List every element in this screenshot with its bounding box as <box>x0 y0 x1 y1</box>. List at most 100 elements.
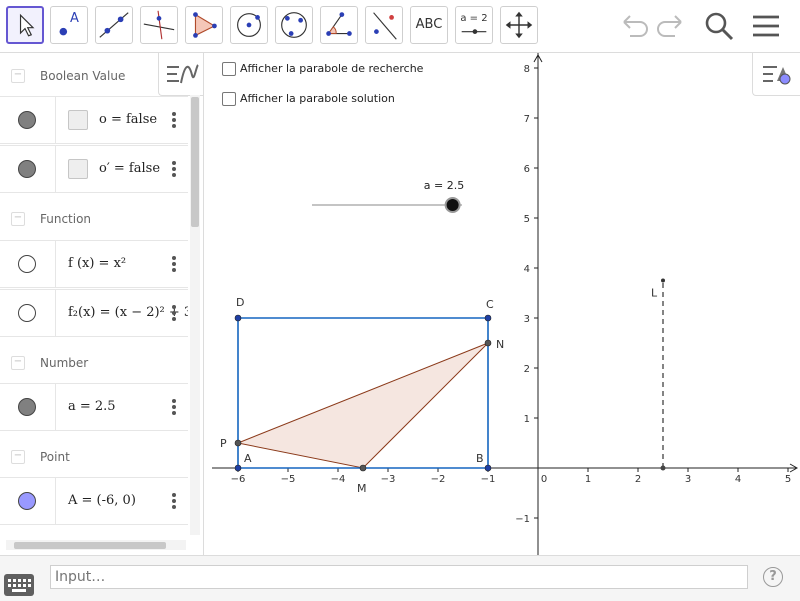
text-icon: ABC <box>415 17 443 32</box>
visibility-marble-icon[interactable] <box>18 160 36 178</box>
polygon-icon <box>193 12 217 38</box>
algebra-row-o[interactable]: o = false <box>0 96 188 144</box>
algebra-expression[interactable]: a = 2.5 <box>68 399 116 414</box>
slider-knob[interactable] <box>444 197 461 213</box>
algebra-row-f[interactable]: f (x) = x² <box>0 240 188 288</box>
point-label-N: N <box>496 338 504 351</box>
x-tick-label: 1 <box>585 474 591 485</box>
y-tick-label: 8 <box>524 64 530 75</box>
checkbox-solution[interactable] <box>222 92 236 106</box>
y-tick-label: 5 <box>524 214 530 225</box>
text-tool[interactable]: ABC <box>410 6 448 44</box>
keyboard-keys-icon <box>8 579 31 592</box>
group-header-point[interactable]: − Point <box>0 434 188 478</box>
algebra-view: − Boolean Value o = false o′ = false − F… <box>0 53 204 555</box>
move-graphics-icon <box>505 11 533 39</box>
circle-center-icon <box>237 13 261 37</box>
group-header-function[interactable]: − Function <box>0 196 188 240</box>
collapse-icon[interactable]: − <box>11 356 25 370</box>
more-options-icon[interactable] <box>171 254 177 274</box>
graphics-style-bar-button[interactable] <box>752 53 800 96</box>
line-tool[interactable] <box>95 6 133 44</box>
arrow-cursor-icon <box>19 13 35 37</box>
algebra-vertical-scrollbar[interactable] <box>190 95 200 535</box>
more-options-icon[interactable] <box>171 397 177 417</box>
visibility-marble-icon[interactable] <box>18 398 36 416</box>
redo-button[interactable] <box>653 8 689 44</box>
visibility-marble-icon[interactable] <box>18 492 36 510</box>
perpendicular-line-icon <box>143 10 175 40</box>
x-tick-label: −2 <box>431 474 446 485</box>
point-P <box>234 439 242 447</box>
row-separator <box>55 478 56 524</box>
more-options-icon[interactable] <box>171 303 177 323</box>
y-tick-label: 6 <box>524 164 530 175</box>
slider-tool[interactable]: a = 2 <box>455 6 493 44</box>
algebra-row-a[interactable]: a = 2.5 <box>0 383 188 431</box>
collapse-icon[interactable]: − <box>11 69 25 83</box>
algebra-row-A[interactable]: A = (-6, 0) <box>0 477 188 525</box>
algebra-row-o-prime[interactable]: o′ = false <box>0 145 188 193</box>
row-separator <box>55 384 56 430</box>
algebra-row-f2[interactable]: f₂(x) = (x − 2)² + 3. <box>0 289 188 337</box>
checkbox-solution-label[interactable]: Afficher la parabole solution <box>240 92 395 105</box>
algebra-style-bar-button[interactable] <box>158 53 203 96</box>
more-options-icon[interactable] <box>171 110 177 130</box>
group-label: Boolean Value <box>40 69 126 83</box>
x-tick-label: −4 <box>331 474 346 485</box>
circle-center-tool[interactable] <box>230 6 268 44</box>
keyboard-icon[interactable] <box>4 574 34 596</box>
undo-button[interactable] <box>616 8 652 44</box>
x-tick-label: 4 <box>735 474 741 485</box>
point-N <box>484 339 492 347</box>
collapse-icon[interactable]: − <box>11 212 25 226</box>
visibility-marble-icon[interactable] <box>18 255 36 273</box>
more-options-icon[interactable] <box>171 491 177 511</box>
scrollbar-thumb[interactable] <box>191 97 199 227</box>
graphics-canvas[interactable]: −6 −5 −4 −3 −2 −1 0 1 2 3 4 5 8 7 6 5 4 3 2 1 −1 A B C D M N P La = … <box>212 53 800 555</box>
main-menu-button[interactable] <box>748 8 784 44</box>
row-separator <box>55 146 56 192</box>
more-options-icon[interactable] <box>171 159 177 179</box>
algebra-expression[interactable]: f₂(x) = (x − 2)² + 3. <box>68 305 188 320</box>
search-icon <box>705 12 734 41</box>
visibility-marble-icon[interactable] <box>18 111 36 129</box>
algebra-expression[interactable]: o′ = false <box>99 161 160 176</box>
angle-tool[interactable] <box>320 6 358 44</box>
boolean-checkbox[interactable] <box>68 110 88 130</box>
search-button[interactable] <box>701 8 737 44</box>
checkbox-recherche-label[interactable]: Afficher la parabole de recherche <box>240 62 423 75</box>
circle-three-points-tool[interactable] <box>275 6 313 44</box>
graphics-view[interactable]: −6 −5 −4 −3 −2 −1 0 1 2 3 4 5 8 7 6 5 4 3 2 1 −1 A B C D M N P La = … <box>212 53 800 555</box>
collapse-icon[interactable]: − <box>11 450 25 464</box>
algebra-expression[interactable]: o = false <box>99 112 157 127</box>
polygon-tool[interactable] <box>185 6 223 44</box>
move-graphics-tool[interactable] <box>500 6 538 44</box>
help-icon[interactable]: ? <box>763 567 783 587</box>
algebra-horizontal-scrollbar[interactable] <box>6 540 186 550</box>
x-tick-label: 0 <box>541 474 547 485</box>
group-label: Number <box>40 356 89 370</box>
y-tick-label: 3 <box>524 314 530 325</box>
point-label-C: C <box>486 298 494 311</box>
point-label-P: P <box>220 437 227 450</box>
visibility-marble-icon[interactable] <box>18 304 36 322</box>
algebra-expression[interactable]: A = (-6, 0) <box>68 493 136 508</box>
checkbox-recherche[interactable] <box>222 62 236 76</box>
point-A <box>234 464 242 472</box>
perpendicular-tool[interactable] <box>140 6 178 44</box>
scrollbar-thumb[interactable] <box>14 542 166 549</box>
y-tick-label: −1 <box>515 514 530 525</box>
move-tool[interactable] <box>6 6 44 44</box>
algebra-expression[interactable]: f (x) = x² <box>68 256 126 271</box>
point-label-A: A <box>244 452 252 465</box>
reflect-tool[interactable] <box>365 6 403 44</box>
slider-track-icon <box>461 29 487 34</box>
algebra-style-icon <box>167 64 199 84</box>
point-tool[interactable]: A <box>50 6 88 44</box>
group-header-number[interactable]: − Number <box>0 340 188 384</box>
input-field[interactable] <box>50 565 748 589</box>
boolean-checkbox[interactable] <box>68 159 88 179</box>
group-label: Point <box>40 450 70 464</box>
point-L-foot <box>660 465 666 471</box>
